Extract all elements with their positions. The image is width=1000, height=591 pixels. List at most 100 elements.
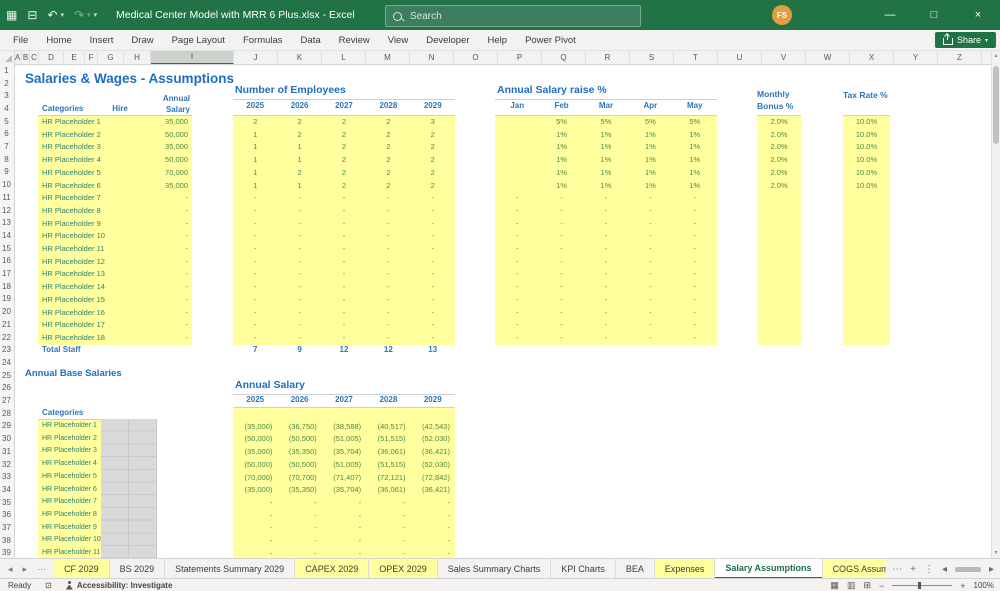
redo-icon[interactable]: ↷ — [74, 9, 84, 21]
row-header-1[interactable]: 1 — [0, 64, 13, 77]
cell[interactable]: - — [673, 281, 717, 294]
cell[interactable]: - — [233, 243, 277, 256]
cell[interactable]: - — [411, 243, 455, 256]
cell[interactable]: - — [628, 307, 672, 320]
staff-name-cell[interactable]: HR Placeholder 12 — [38, 256, 142, 269]
cell[interactable]: - — [584, 192, 628, 205]
cell[interactable] — [495, 167, 539, 180]
staff-salary-cell[interactable]: - — [142, 243, 192, 256]
column-header-U[interactable]: U — [718, 50, 762, 64]
cell[interactable]: - — [411, 510, 455, 523]
cell[interactable]: 1% — [628, 141, 672, 154]
cell[interactable]: 1 — [233, 180, 277, 193]
staff-salary-cell[interactable]: - — [142, 256, 192, 269]
ribbon-tab-file[interactable]: File — [4, 30, 37, 50]
row-header-26[interactable]: 26 — [0, 382, 13, 395]
sheet-tab-expenses[interactable]: Expenses — [655, 559, 716, 579]
cell[interactable]: - — [411, 332, 455, 345]
cell[interactable]: - — [366, 281, 410, 294]
column-header-L[interactable]: L — [322, 50, 366, 64]
row-header-17[interactable]: 17 — [0, 267, 13, 280]
column-header-R[interactable]: R — [586, 50, 630, 64]
cell[interactable]: - — [495, 218, 539, 231]
cell[interactable]: - — [628, 332, 672, 345]
cell[interactable]: 1 — [233, 129, 277, 142]
cell[interactable]: - — [411, 268, 455, 281]
cell[interactable]: - — [277, 243, 321, 256]
cell[interactable]: - — [322, 307, 366, 320]
ribbon-tab-data[interactable]: Data — [292, 30, 330, 50]
cell[interactable]: 2 — [411, 167, 455, 180]
cell[interactable]: - — [411, 230, 455, 243]
search-box[interactable] — [385, 5, 641, 27]
cell[interactable]: - — [366, 230, 410, 243]
cell[interactable]: 1% — [628, 167, 672, 180]
cell[interactable]: 1% — [673, 154, 717, 167]
tab-scroll-left-icon[interactable]: ◂ — [4, 564, 17, 575]
ribbon-tab-insert[interactable]: Insert — [81, 30, 123, 50]
row-header-11[interactable]: 11 — [0, 191, 13, 204]
ribbon-tab-page-layout[interactable]: Page Layout — [163, 30, 234, 50]
cell[interactable]: 2 — [322, 116, 366, 129]
cell[interactable]: 1% — [628, 154, 672, 167]
select-all-corner[interactable] — [0, 50, 15, 64]
macro-record-icon[interactable]: ⊡ — [45, 581, 52, 590]
cell[interactable]: - — [233, 192, 277, 205]
cell[interactable]: 2 — [322, 167, 366, 180]
cell[interactable]: (50,000) — [233, 433, 277, 446]
row-header-35[interactable]: 35 — [0, 496, 13, 509]
cell[interactable]: - — [495, 243, 539, 256]
cell[interactable]: (36,421) — [411, 484, 455, 497]
staff-name-cell[interactable]: HR Placeholder 13 — [38, 268, 142, 281]
cell[interactable]: 1% — [539, 129, 583, 142]
cell[interactable]: (71,407) — [322, 472, 366, 485]
column-header-D[interactable]: D — [39, 50, 64, 64]
staff-name-cell[interactable]: HR Placeholder 15 — [38, 294, 142, 307]
tab-scroll-right-icon[interactable]: ▸ — [19, 564, 32, 575]
cell[interactable]: 5% — [539, 116, 583, 129]
cell[interactable]: - — [233, 319, 277, 332]
cell[interactable]: 2 — [322, 154, 366, 167]
row-header-16[interactable]: 16 — [0, 255, 13, 268]
ribbon-tab-power-pivot[interactable]: Power Pivot — [516, 30, 585, 50]
cell[interactable]: - — [539, 268, 583, 281]
hscroll-right-icon[interactable]: ▸ — [989, 564, 994, 575]
cell[interactable]: 2 — [322, 129, 366, 142]
cell[interactable]: 5% — [584, 116, 628, 129]
staff-name-cell[interactable]: HR Placeholder 3 — [38, 445, 101, 458]
row-header-33[interactable]: 33 — [0, 470, 13, 483]
cell[interactable]: - — [366, 218, 410, 231]
cell[interactable]: 10.0% — [843, 141, 890, 154]
cell[interactable]: - — [411, 281, 455, 294]
cell[interactable] — [495, 154, 539, 167]
ribbon-tab-developer[interactable]: Developer — [417, 30, 478, 50]
cell[interactable]: - — [495, 268, 539, 281]
vertical-scroll-thumb[interactable] — [993, 66, 999, 144]
cell[interactable]: - — [628, 205, 672, 218]
row-header-2[interactable]: 2 — [0, 77, 13, 90]
cell[interactable]: - — [322, 268, 366, 281]
ribbon-tab-help[interactable]: Help — [479, 30, 517, 50]
cell[interactable]: - — [233, 268, 277, 281]
cell[interactable]: 3 — [411, 116, 455, 129]
cell[interactable]: - — [495, 319, 539, 332]
cell[interactable]: - — [539, 218, 583, 231]
cell[interactable]: - — [277, 256, 321, 269]
row-header-37[interactable]: 37 — [0, 521, 13, 534]
row-header-3[interactable]: 3 — [0, 89, 13, 102]
cell[interactable]: - — [322, 319, 366, 332]
staff-salary-cell[interactable]: 35,000 — [142, 180, 192, 193]
cell[interactable]: - — [366, 548, 410, 558]
row-header-19[interactable]: 19 — [0, 293, 13, 306]
column-header-Y[interactable]: Y — [894, 50, 938, 64]
cell[interactable]: - — [411, 522, 455, 535]
cell[interactable]: 2 — [277, 116, 321, 129]
ribbon-tab-draw[interactable]: Draw — [122, 30, 162, 50]
cell[interactable]: - — [539, 205, 583, 218]
cell[interactable]: - — [277, 548, 321, 558]
row-header-8[interactable]: 8 — [0, 153, 13, 166]
cell[interactable]: - — [411, 205, 455, 218]
column-header-F[interactable]: F — [85, 50, 98, 64]
cell[interactable]: - — [233, 548, 277, 558]
cell[interactable]: 2 — [322, 180, 366, 193]
